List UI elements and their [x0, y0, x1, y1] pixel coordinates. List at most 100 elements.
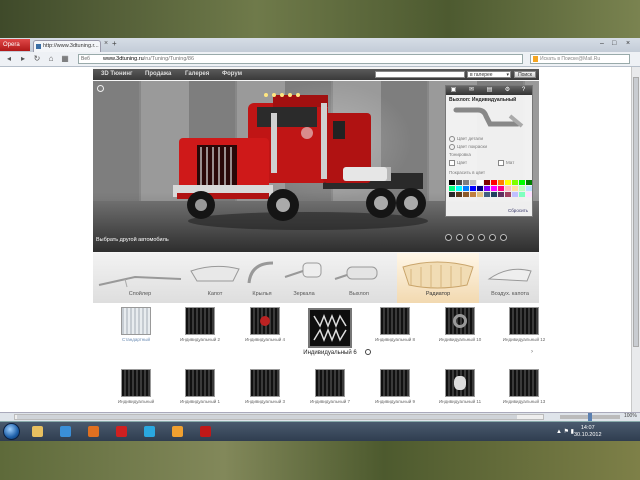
variant-standard[interactable]: Стандартный — [111, 307, 161, 342]
color-swatch[interactable] — [498, 192, 504, 197]
color-swatch[interactable] — [498, 186, 504, 191]
color-palette[interactable] — [449, 180, 532, 197]
share-icon[interactable]: ✉ — [468, 87, 475, 94]
color-swatch[interactable] — [498, 180, 504, 185]
rotate-icon[interactable] — [97, 85, 104, 92]
variant-9[interactable]: Индивидуальный 9 — [370, 369, 420, 404]
option-tint[interactable]: Тонировка — [449, 152, 471, 157]
gallery-icon[interactable]: ▤ — [486, 87, 493, 94]
color-swatch[interactable] — [484, 192, 490, 197]
color-swatch[interactable] — [477, 186, 483, 191]
part-spoiler[interactable]: Спойлер — [95, 253, 185, 303]
scrollbar-thumb[interactable] — [633, 77, 639, 347]
taskbar-app-red-icon[interactable] — [196, 423, 216, 440]
color-swatch[interactable] — [491, 186, 497, 191]
reset-button[interactable]: Сбросить — [508, 208, 528, 213]
color-swatch[interactable] — [526, 186, 532, 191]
color-swatch[interactable] — [463, 186, 469, 191]
color-swatch[interactable] — [519, 180, 525, 185]
taskbar-firefox-icon[interactable] — [84, 423, 104, 440]
part-hood-scoop[interactable]: Воздух. капота — [481, 253, 539, 303]
close-tab-icon[interactable]: × — [104, 40, 108, 47]
color-swatch[interactable] — [456, 180, 462, 185]
nav-forum[interactable]: Форум — [222, 69, 242, 80]
zoom-icon[interactable] — [365, 349, 371, 355]
option-matte[interactable]: Мат — [498, 160, 514, 166]
color-swatch[interactable] — [484, 180, 490, 185]
maximize-button[interactable]: □ — [612, 38, 616, 50]
variant-11[interactable]: Индивидуальный 11 — [435, 369, 485, 404]
part-radiator[interactable]: Радиатор — [397, 253, 479, 303]
zoom-slider[interactable] — [560, 413, 620, 421]
site-search-button[interactable]: Поиск — [514, 71, 536, 78]
home-icon[interactable]: ⌂ — [46, 54, 56, 64]
view-button-1[interactable] — [445, 234, 452, 241]
option-color[interactable]: Цвет — [449, 160, 467, 166]
search-scope-select[interactable]: в галерее ▾ — [467, 71, 511, 78]
color-swatch[interactable] — [526, 192, 532, 197]
color-swatch[interactable] — [449, 192, 455, 197]
variant-2[interactable]: Индивидуальный 2 — [175, 307, 225, 342]
color-swatch[interactable] — [470, 186, 476, 191]
variant-3[interactable]: Индивидуальный 3 — [240, 369, 290, 404]
color-swatch[interactable] — [519, 192, 525, 197]
option-paint-color[interactable]: Цвет покраски — [449, 144, 487, 150]
view-button-3[interactable] — [467, 234, 474, 241]
color-swatch[interactable] — [456, 186, 462, 191]
color-swatch[interactable] — [449, 186, 455, 191]
clock[interactable]: 14:07 30.10.2012 — [574, 425, 602, 439]
truck-3d-viewer[interactable]: Выбрать другой автомобиль ▣ ✉ ▤ ⚙ ? Выхл… — [93, 81, 539, 252]
minimize-button[interactable]: – — [600, 38, 604, 50]
color-swatch[interactable] — [470, 192, 476, 197]
color-swatch[interactable] — [491, 192, 497, 197]
variant-8[interactable]: Индивидуальный 8 — [370, 307, 420, 342]
view-button-5[interactable] — [489, 234, 496, 241]
taskbar-opera-icon[interactable] — [112, 423, 132, 440]
variant-1[interactable]: Индивидуальный 1 — [175, 369, 225, 404]
color-swatch[interactable] — [456, 192, 462, 197]
taskbar-explorer-icon[interactable] — [28, 423, 48, 440]
color-swatch[interactable] — [463, 192, 469, 197]
tab-3dtuning[interactable]: http://www.3dtuning.r... — [33, 40, 101, 52]
color-swatch[interactable] — [519, 186, 525, 191]
settings-icon[interactable]: ⚙ — [504, 87, 511, 94]
site-search-input[interactable] — [375, 71, 465, 78]
color-swatch[interactable] — [505, 180, 511, 185]
view-button-4[interactable] — [478, 234, 485, 241]
part-hood[interactable]: Капот — [185, 253, 245, 303]
next-arrow-icon[interactable]: › — [531, 349, 533, 355]
horizontal-scrollbar[interactable] — [14, 414, 544, 420]
variant-13[interactable]: Индивидуальный 13 — [499, 369, 549, 404]
help-icon[interactable]: ? — [520, 87, 527, 94]
variant-10[interactable]: Индивидуальный 10 — [435, 307, 485, 342]
taskbar-media-icon[interactable] — [168, 423, 188, 440]
zoom-knob[interactable] — [588, 413, 592, 421]
color-swatch[interactable] — [512, 186, 518, 191]
color-swatch[interactable] — [491, 180, 497, 185]
start-button[interactable] — [3, 423, 20, 440]
vertical-scrollbar[interactable] — [631, 67, 640, 412]
color-swatch[interactable] — [470, 180, 476, 185]
color-swatch[interactable] — [449, 180, 455, 185]
nav-gallery[interactable]: Галерея — [185, 69, 209, 80]
part-exhaust[interactable]: Выхлоп — [329, 253, 389, 303]
view-button-2[interactable] — [456, 234, 463, 241]
choose-other-car-link[interactable]: Выбрать другой автомобиль — [96, 237, 169, 243]
color-swatch[interactable] — [505, 192, 511, 197]
taskbar-skype-icon[interactable] — [140, 423, 160, 440]
color-swatch[interactable] — [477, 180, 483, 185]
nav-sales[interactable]: Продажа — [145, 69, 171, 80]
close-window-button[interactable]: × — [626, 38, 630, 50]
color-swatch[interactable] — [512, 192, 518, 197]
variant-individual[interactable]: Индивидуальный — [111, 369, 161, 404]
option-part-color[interactable]: Цвет детали — [449, 136, 483, 142]
new-tab-button[interactable]: + — [112, 39, 117, 48]
color-swatch[interactable] — [512, 180, 518, 185]
back-icon[interactable]: ◂ — [4, 54, 14, 64]
color-swatch[interactable] — [484, 186, 490, 191]
variant-4[interactable]: Индивидуальный 4 — [240, 307, 290, 342]
reload-icon[interactable]: ↻ — [32, 54, 42, 64]
speed-dial-icon[interactable]: ▦ — [60, 54, 70, 64]
opera-menu-button[interactable]: Opera — [0, 39, 30, 51]
variant-7[interactable]: Индивидуальный 7 — [305, 369, 355, 404]
